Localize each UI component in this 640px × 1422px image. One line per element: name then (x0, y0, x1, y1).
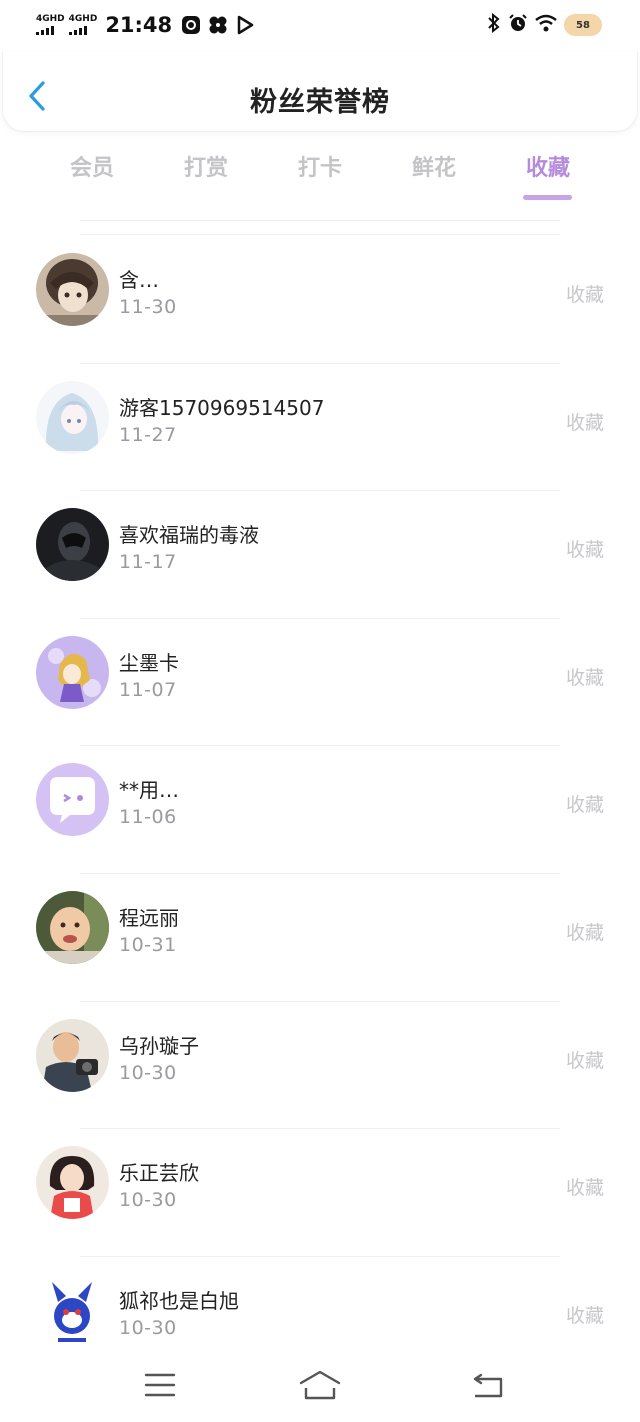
fan-date: 11-06 (119, 806, 177, 829)
list-item[interactable]: 含… 11-30 收藏 (0, 236, 640, 364)
nav-menu-button[interactable] (137, 1368, 183, 1402)
fan-date: 10-31 (119, 933, 177, 956)
status-time: 21:48 (105, 13, 173, 37)
tab-active-indicator (523, 195, 572, 200)
signal-1-label: 4GHD (36, 14, 65, 24)
wifi-icon (534, 13, 558, 37)
list-item[interactable]: 程远丽 10-31 收藏 (0, 874, 640, 1002)
list-item[interactable]: **用… 11-06 收藏 (0, 746, 640, 874)
avatar[interactable] (36, 890, 109, 964)
nav-back-button[interactable] (465, 1368, 511, 1402)
fan-honor-page: 4GHD 4GHD 21:48 58 粉丝荣誉榜 会员 打赏 打卡 鲜花 收藏 … (0, 0, 640, 1422)
list-item[interactable]: 尘墨卡 11-07 收藏 (0, 619, 640, 747)
avatar[interactable] (36, 508, 109, 582)
signal-bars-icon (68, 25, 87, 35)
fan-name: 乐正芸欣 (119, 1161, 199, 1186)
fan-name: 狐祁也是白旭 (119, 1288, 239, 1313)
favorite-tag: 收藏 (565, 411, 604, 434)
fan-date: 10-30 (119, 1316, 177, 1339)
tab-member[interactable]: 会员 (52, 150, 132, 200)
divider (80, 234, 560, 235)
list-item[interactable]: 游客1570969514507 11-27 收藏 (0, 364, 640, 492)
avatar[interactable] (36, 1018, 109, 1092)
fan-name: 程远丽 (119, 905, 179, 930)
battery-level: 58 (576, 19, 590, 31)
favorite-tag: 收藏 (565, 1304, 604, 1327)
favorite-tag: 收藏 (565, 1049, 604, 1072)
avatar[interactable] (36, 1146, 109, 1220)
fan-name: 乌孙璇子 (119, 1033, 199, 1058)
list-item[interactable]: 乌孙璇子 10-30 收藏 (0, 1002, 640, 1130)
qq-icon (180, 14, 202, 36)
fan-name: 游客1570969514507 (119, 395, 325, 420)
fan-date: 11-17 (119, 551, 177, 574)
signal-1: 4GHD (36, 15, 65, 35)
favorite-tag: 收藏 (565, 284, 604, 306)
fan-name: 含… (119, 268, 159, 292)
page-title: 粉丝荣誉榜 (250, 87, 390, 118)
menu-icon (144, 1373, 176, 1397)
play-icon (234, 14, 256, 36)
alarm-icon (508, 13, 528, 37)
avatar[interactable] (36, 635, 109, 709)
favorite-tag: 收藏 (565, 539, 604, 562)
status-bar: 4GHD 4GHD 21:48 58 (0, 0, 640, 50)
avatar[interactable] (36, 253, 109, 326)
fan-app-icon (207, 14, 229, 36)
tab-reward[interactable]: 打赏 (166, 150, 246, 200)
fan-list: 含… 11-30 收藏 游客1570969514507 11-27 收藏 喜欢福… (0, 236, 640, 1384)
signal-2: 4GHD (68, 14, 98, 35)
favorite-tag: 收藏 (565, 921, 604, 944)
fan-date: 11-27 (119, 423, 177, 446)
header: 粉丝荣誉榜 (2, 52, 638, 132)
favorite-tag: 收藏 (565, 794, 604, 817)
fan-date: 11-07 (119, 678, 177, 701)
signal-bars-icon (36, 25, 54, 35)
back-icon (473, 1373, 503, 1398)
home-icon (299, 1370, 341, 1400)
avatar[interactable] (36, 763, 109, 837)
avatar[interactable] (36, 1273, 109, 1347)
bluetooth-icon (486, 12, 502, 37)
nav-home-button[interactable] (297, 1368, 343, 1402)
tab-favorites[interactable]: 收藏 (508, 150, 588, 200)
list-item[interactable]: 乐正芸欣 10-30 收藏 (0, 1129, 640, 1257)
fan-name: **用… (119, 778, 179, 803)
fan-date: 10-30 (119, 1189, 177, 1212)
signal-2-label: 4GHD (68, 14, 98, 24)
list-item[interactable]: 喜欢福瑞的毒液 11-17 收藏 (0, 491, 640, 619)
avatar[interactable] (36, 380, 109, 454)
system-nav-bar (0, 1360, 640, 1422)
tab-flowers[interactable]: 鲜花 (394, 150, 474, 200)
fan-name: 尘墨卡 (119, 650, 179, 675)
battery-indicator: 58 (564, 14, 602, 36)
status-right: 58 (486, 12, 602, 37)
fan-date: 11-30 (119, 296, 177, 318)
divider (80, 220, 560, 221)
favorite-tag: 收藏 (565, 666, 604, 689)
tab-checkin[interactable]: 打卡 (280, 150, 360, 200)
fan-name: 喜欢福瑞的毒液 (119, 523, 259, 548)
favorite-tag: 收藏 (565, 1177, 604, 1200)
fan-date: 10-30 (119, 1061, 177, 1084)
